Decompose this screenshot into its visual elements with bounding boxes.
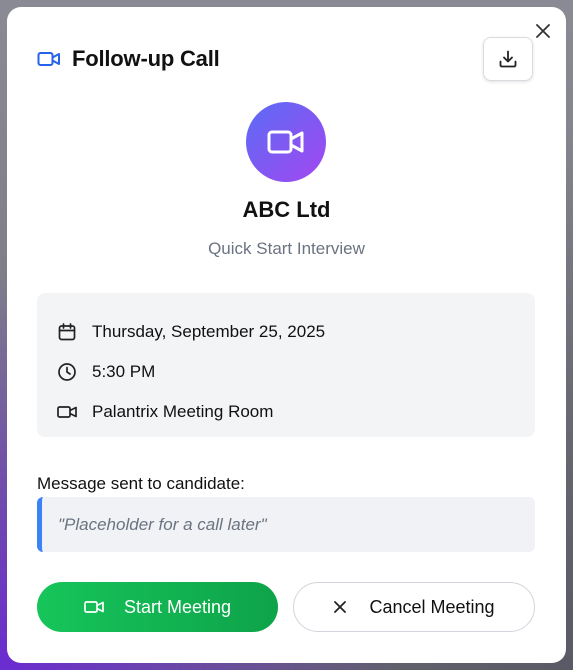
download-icon	[499, 50, 517, 68]
clock-icon	[57, 362, 77, 382]
meeting-dialog: Follow-up Call ABC Ltd Quick Start Inter…	[7, 7, 566, 663]
meeting-date: Thursday, September 25, 2025	[92, 322, 326, 341]
avatar	[246, 102, 326, 182]
start-meeting-button[interactable]: Start Meeting	[37, 582, 278, 632]
meeting-time: 5:30 PM	[92, 362, 156, 381]
cancel-meeting-button[interactable]: Cancel Meeting	[293, 582, 535, 632]
interview-type: Quick Start Interview	[208, 239, 365, 258]
close-icon	[536, 24, 550, 38]
video-icon	[267, 130, 304, 154]
date-row: Thursday, September 25, 2025	[57, 321, 325, 343]
download-button[interactable]	[483, 37, 533, 81]
location-row: Palantrix Meeting Room	[57, 401, 273, 423]
calendar-icon	[57, 322, 77, 342]
company-name: ABC Ltd	[242, 197, 331, 222]
message-label: Message sent to candidate:	[37, 474, 245, 493]
dialog-title: Follow-up Call	[72, 46, 220, 71]
start-meeting-label: Start Meeting	[123, 596, 232, 617]
candidate-message: "Placeholder for a call later"	[37, 497, 535, 552]
close-icon	[333, 600, 347, 614]
video-icon	[37, 52, 60, 66]
dialog-header: Follow-up Call	[37, 45, 220, 73]
meeting-location: Palantrix Meeting Room	[92, 402, 274, 421]
meeting-details-card: Thursday, September 25, 2025 5:30 PM Pal…	[37, 293, 535, 437]
close-button[interactable]	[534, 22, 552, 40]
video-icon	[84, 599, 104, 615]
video-icon	[57, 402, 77, 422]
cancel-meeting-label: Cancel Meeting	[369, 596, 495, 617]
time-row: 5:30 PM	[57, 361, 155, 383]
